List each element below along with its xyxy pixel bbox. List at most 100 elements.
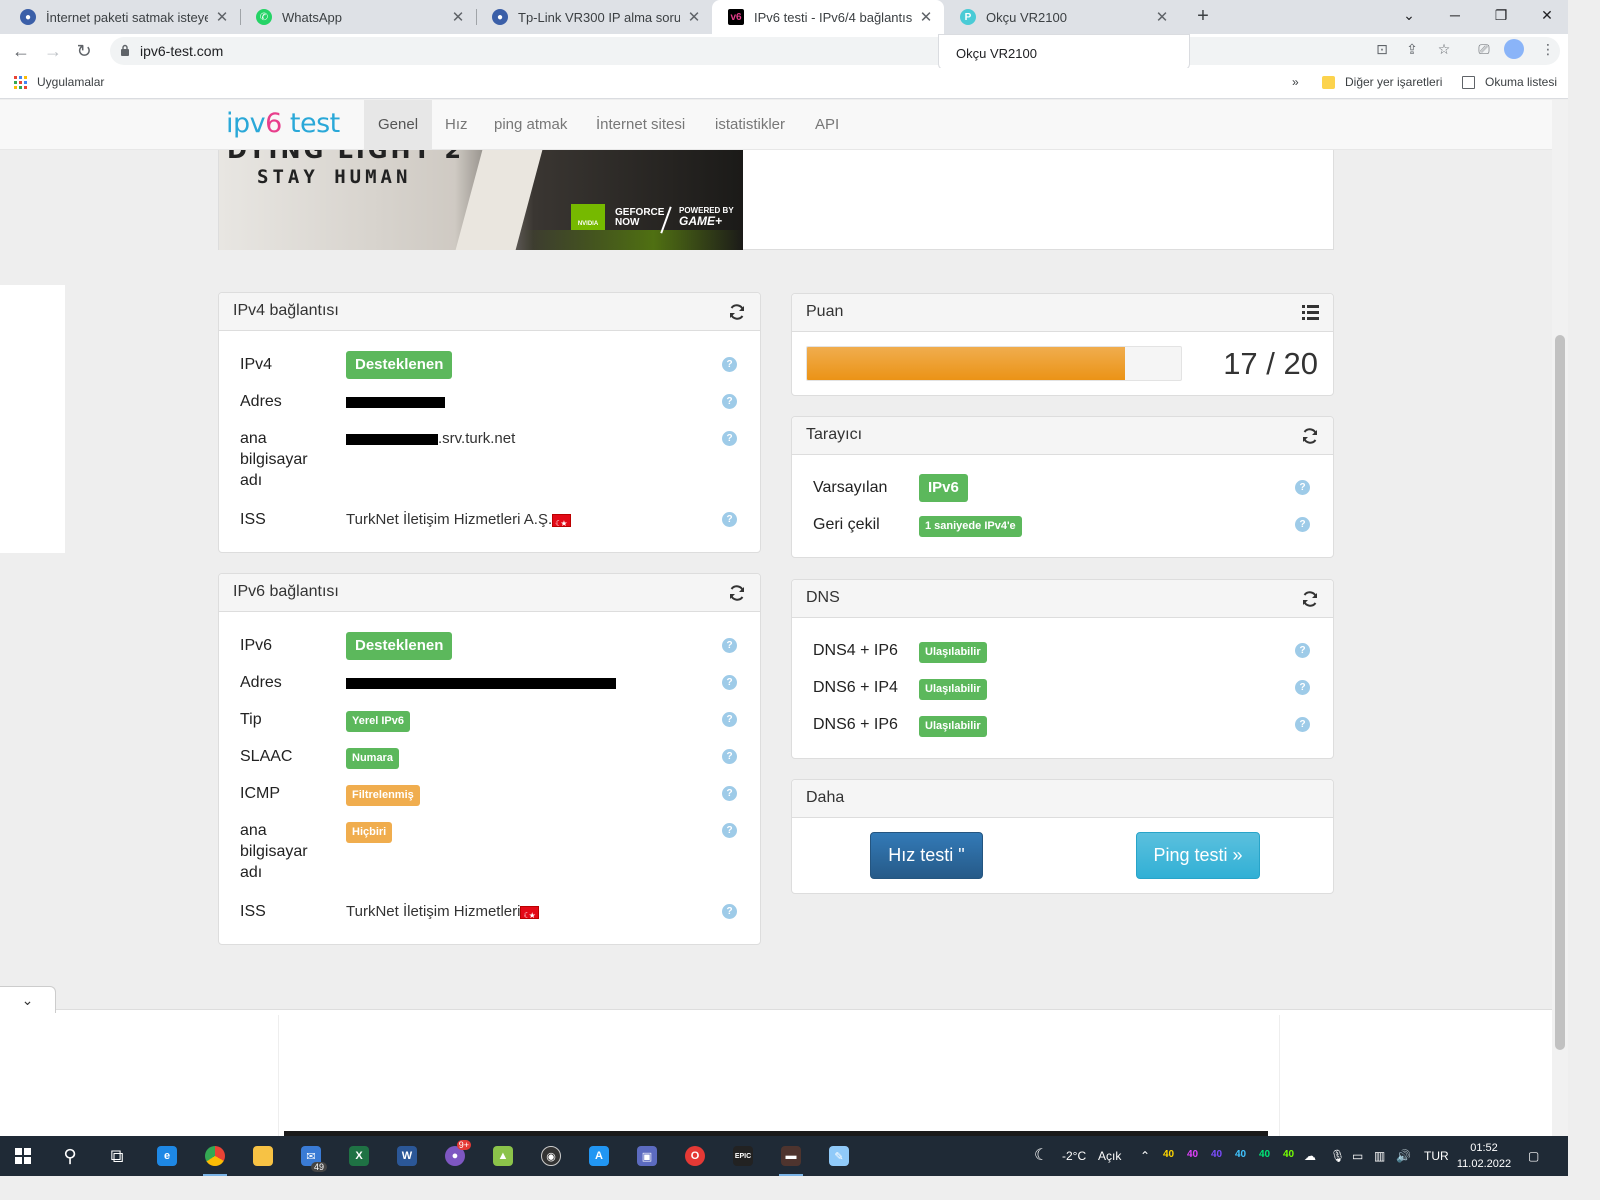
close-tab-icon[interactable]: ✕ xyxy=(450,8,466,26)
game-app-icon[interactable]: ▬ xyxy=(773,1142,809,1176)
task-view-icon[interactable]: ⧉ xyxy=(99,1142,135,1170)
onedrive-icon[interactable]: ☁ xyxy=(1304,1136,1316,1176)
obs-icon[interactable]: ◉ xyxy=(533,1142,569,1170)
site-logo[interactable]: ipv6 test xyxy=(226,108,340,139)
android-app-icon[interactable]: ▲ xyxy=(485,1142,521,1170)
apps-bookmark[interactable]: Uygulamalar xyxy=(14,75,104,89)
help-icon[interactable]: ? xyxy=(722,357,737,372)
weather-text[interactable]: Açık xyxy=(1098,1136,1121,1176)
tab-okcu[interactable]: P Okçu VR2100 ✕ xyxy=(944,0,1180,34)
tab-ipv6-test[interactable]: v6 IPv6 testi - IPv6/4 bağlantısı ve h ✕ xyxy=(712,0,944,34)
tray-expand-icon[interactable]: ⌃ xyxy=(1140,1136,1150,1176)
side-ad-slot xyxy=(0,285,65,553)
reading-list[interactable]: Okuma listesi xyxy=(1462,75,1557,89)
close-tab-icon[interactable]: ✕ xyxy=(686,8,702,26)
nav-api[interactable]: API xyxy=(801,100,853,150)
refresh-icon[interactable] xyxy=(728,584,746,602)
windows-start-icon[interactable] xyxy=(5,1142,41,1170)
bottom-ad-slot[interactable] xyxy=(278,1015,1280,1136)
help-icon[interactable]: ? xyxy=(722,512,737,527)
reload-icon[interactable]: ↻ xyxy=(72,39,96,63)
scrollbar-thumb[interactable] xyxy=(1555,335,1565,1050)
cast-icon[interactable]: ⎚ xyxy=(1474,39,1494,59)
help-icon[interactable]: ? xyxy=(722,749,737,764)
help-icon[interactable]: ? xyxy=(722,675,737,690)
app-store-icon[interactable]: A xyxy=(581,1142,617,1170)
help-icon[interactable]: ? xyxy=(722,712,737,727)
tab-internet-paketi[interactable]: ● İnternet paketi satmak isteyen. Bu ✕ xyxy=(4,0,240,34)
file-explorer-icon[interactable] xyxy=(245,1142,281,1170)
search-icon[interactable]: ⚲ xyxy=(52,1142,88,1170)
paint-icon[interactable]: ✎ xyxy=(821,1142,857,1170)
meet-icon[interactable]: ▭ xyxy=(1352,1136,1363,1176)
help-icon[interactable]: ? xyxy=(722,431,737,446)
close-window-icon[interactable]: ✕ xyxy=(1524,0,1570,30)
help-icon[interactable]: ? xyxy=(1295,643,1310,658)
help-icon[interactable]: ? xyxy=(1295,480,1310,495)
weather-temp[interactable]: -2°C xyxy=(1062,1136,1086,1176)
minimize-icon[interactable]: ─ xyxy=(1432,0,1478,30)
profile-avatar[interactable] xyxy=(1504,39,1524,59)
help-icon[interactable]: ? xyxy=(722,904,737,919)
word-icon[interactable]: W xyxy=(389,1142,425,1170)
page-scrollbar[interactable] xyxy=(1552,100,1568,1136)
epic-games-icon[interactable]: EPIC xyxy=(725,1142,761,1170)
bookmarks-bar: Uygulamalar » Diğer yer işaretleri Okuma… xyxy=(0,68,1568,99)
status-badge: Desteklenen xyxy=(346,632,453,660)
network-icon[interactable]: ▥ xyxy=(1374,1136,1385,1176)
nav-hiz[interactable]: Hız xyxy=(431,100,482,150)
list-icon[interactable] xyxy=(1302,305,1319,320)
bookmarks-overflow[interactable]: » xyxy=(1292,75,1299,89)
translate-icon[interactable]: ⊡ xyxy=(1372,39,1392,59)
help-icon[interactable]: ? xyxy=(722,638,737,653)
help-icon[interactable]: ? xyxy=(722,823,737,838)
refresh-icon[interactable] xyxy=(728,303,746,321)
other-bookmarks[interactable]: Diğer yer işaretleri xyxy=(1322,75,1442,89)
restore-icon[interactable]: ❐ xyxy=(1478,0,1524,30)
help-icon[interactable]: ? xyxy=(1295,517,1310,532)
weather-moon-icon[interactable]: ☾ xyxy=(1034,1136,1048,1176)
close-tab-icon[interactable]: ✕ xyxy=(1154,8,1170,26)
address-bar[interactable]: ipv6-test.com xyxy=(110,37,1560,65)
help-icon[interactable]: ? xyxy=(722,394,737,409)
chrome-icon[interactable] xyxy=(197,1142,233,1176)
language-indicator[interactable]: TUR xyxy=(1424,1136,1449,1176)
help-icon[interactable]: ? xyxy=(722,786,737,801)
help-icon[interactable]: ? xyxy=(1295,717,1310,732)
new-tab-icon[interactable]: + xyxy=(1191,4,1215,28)
back-icon[interactable]: ← xyxy=(9,39,33,63)
volume-icon[interactable]: 🔊 xyxy=(1396,1136,1411,1176)
speed-test-button[interactable]: Hız testi " xyxy=(870,832,983,879)
nav-ping[interactable]: ping atmak xyxy=(480,100,581,150)
nav-istatistikler[interactable]: istatistikler xyxy=(701,100,799,150)
tab-search-icon[interactable]: ⌄ xyxy=(1386,0,1432,30)
tab-whatsapp[interactable]: ✆ WhatsApp ✕ xyxy=(240,0,476,34)
chevron-down-icon[interactable]: ⌄ xyxy=(0,986,56,1013)
network-tool-icon[interactable]: ▣ xyxy=(629,1142,665,1170)
nav-internet-sitesi[interactable]: İnternet sitesi xyxy=(582,100,699,150)
notifications-icon[interactable]: ▢ xyxy=(1528,1136,1539,1176)
panel-title: Tarayıcı xyxy=(806,426,863,443)
excel-icon[interactable]: X xyxy=(341,1142,377,1170)
menu-icon[interactable]: ⋮ xyxy=(1538,39,1558,59)
tab-title: WhatsApp xyxy=(282,9,342,25)
close-tab-icon[interactable]: ✕ xyxy=(918,8,934,26)
refresh-icon[interactable] xyxy=(1301,427,1319,445)
row-label: ISS xyxy=(240,903,266,920)
chat-app-icon[interactable]: ● 9+ xyxy=(437,1140,473,1170)
ad-banner[interactable]: DYING LIGHT 2 STAY HUMAN NVIDIA GEFORCE … xyxy=(218,150,1334,250)
mail-icon[interactable]: ✉ 49 xyxy=(293,1142,329,1172)
close-tab-icon[interactable]: ✕ xyxy=(214,8,230,26)
bookmark-star-icon[interactable]: ☆ xyxy=(1434,39,1454,59)
clock[interactable]: 01:52 11.02.2022 xyxy=(1452,1140,1516,1172)
microphone-icon[interactable]: 🎙 xyxy=(1330,1136,1345,1176)
share-icon[interactable]: ⇪ xyxy=(1402,39,1422,59)
help-icon[interactable]: ? xyxy=(1295,680,1310,695)
forward-icon[interactable]: → xyxy=(41,39,65,63)
nav-genel[interactable]: Genel xyxy=(364,100,433,150)
edge-icon[interactable]: e xyxy=(149,1142,185,1170)
opera-icon[interactable]: O xyxy=(677,1142,713,1170)
tab-tplink[interactable]: ● Tp-Link VR300 IP alma sorunu - M ✕ xyxy=(476,0,712,34)
refresh-icon[interactable] xyxy=(1301,590,1319,608)
ping-test-button[interactable]: Ping testi » xyxy=(1136,832,1260,879)
